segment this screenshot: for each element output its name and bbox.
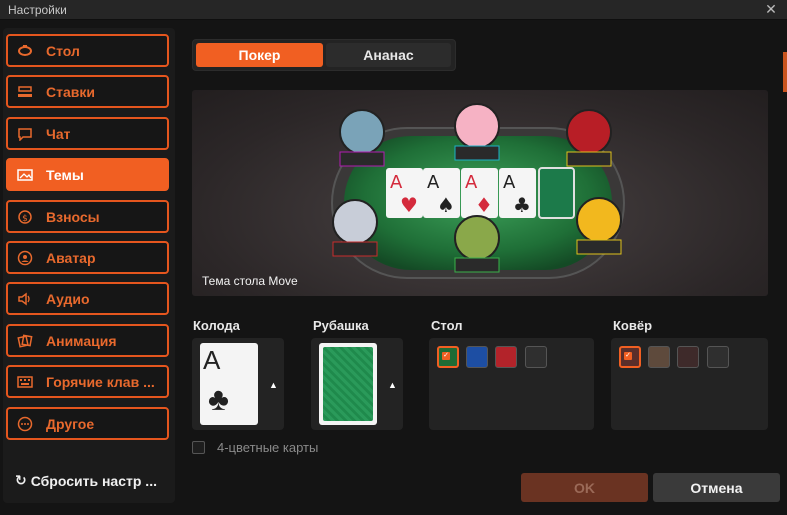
sidebar-item-fees[interactable]: $ Взносы bbox=[6, 200, 169, 233]
deck-section-label: Колода bbox=[193, 318, 240, 333]
table-icon bbox=[16, 42, 34, 60]
table-color-swatch[interactable] bbox=[466, 346, 488, 368]
cancel-button[interactable]: Отмена bbox=[653, 473, 780, 502]
tab-poker[interactable]: Покер bbox=[196, 43, 323, 67]
window-title: Настройки bbox=[8, 3, 67, 17]
deck-selector[interactable]: A ♣ ▲ bbox=[192, 338, 284, 430]
reset-settings-button[interactable]: ↻ Сбросить настр ... bbox=[15, 472, 157, 489]
player-avatar bbox=[332, 199, 378, 245]
close-icon[interactable]: ✕ bbox=[763, 1, 779, 17]
board-card-rank: A bbox=[465, 172, 478, 193]
player-seat bbox=[576, 239, 622, 255]
svg-text:♦: ♦ bbox=[475, 193, 493, 217]
fees-icon: $ bbox=[16, 208, 34, 226]
svg-text:♣: ♣ bbox=[513, 193, 531, 217]
preview-caption: Тема стола Move bbox=[202, 274, 298, 288]
avatar-icon bbox=[16, 249, 34, 267]
sidebar-item-label: Ставки bbox=[46, 83, 95, 100]
sidebar-item-label: Стол bbox=[46, 42, 80, 59]
board-card-rank: A bbox=[390, 172, 403, 193]
svg-text:♥: ♥ bbox=[400, 193, 418, 217]
ok-button[interactable]: OK bbox=[521, 473, 648, 502]
carpet-color-swatch[interactable] bbox=[677, 346, 699, 368]
sidebar-item-animation[interactable]: Анимация bbox=[6, 324, 169, 357]
animation-icon bbox=[16, 332, 34, 350]
card-back-section-label: Рубашка bbox=[313, 318, 369, 333]
deck-card-preview: A ♣ bbox=[200, 343, 258, 425]
player-seat bbox=[566, 151, 612, 167]
carpet-color-swatch[interactable] bbox=[707, 346, 729, 368]
chat-icon bbox=[16, 125, 34, 143]
player-avatar bbox=[576, 197, 622, 243]
title-bar: Настройки ✕ bbox=[0, 0, 787, 20]
sidebar-item-table[interactable]: Стол bbox=[6, 34, 169, 67]
sidebar-item-themes[interactable]: Темы bbox=[6, 158, 169, 191]
sidebar-item-label: Чат bbox=[46, 125, 71, 142]
keyboard-icon bbox=[16, 373, 34, 391]
four-color-checkbox[interactable] bbox=[192, 441, 205, 454]
card-back-preview bbox=[319, 343, 377, 425]
carpet-color-swatch[interactable] bbox=[648, 346, 670, 368]
sidebar-item-label: Анимация bbox=[46, 332, 117, 349]
carpet-color-swatch[interactable]: ✓ bbox=[619, 346, 641, 368]
card-back-selector[interactable]: ▲ bbox=[311, 338, 403, 430]
sidebar-item-audio[interactable]: Аудио bbox=[6, 282, 169, 315]
player-seat bbox=[339, 151, 385, 167]
player-avatar bbox=[566, 109, 612, 155]
player-seat bbox=[454, 257, 500, 273]
sidebar-item-label: Другое bbox=[46, 415, 95, 432]
board-card-rank: A bbox=[427, 172, 440, 193]
player-seat bbox=[332, 241, 378, 257]
table-color-swatch[interactable] bbox=[495, 346, 517, 368]
carpet-color-panel: ✓ bbox=[611, 338, 768, 430]
deck-dropdown-arrow-icon[interactable]: ▲ bbox=[269, 380, 278, 390]
svg-text:♠: ♠ bbox=[437, 193, 455, 217]
sidebar-item-label: Горячие клав ... bbox=[46, 373, 155, 390]
reset-settings-label: Сбросить настр ... bbox=[30, 472, 157, 489]
speaker-icon bbox=[16, 290, 34, 308]
poker-table-illustration: A ♥ A ♠ A ♦ A ♣ bbox=[331, 103, 625, 279]
more-icon bbox=[16, 415, 34, 433]
sidebar-item-label: Аватар bbox=[46, 249, 96, 266]
player-seat bbox=[454, 145, 500, 161]
sidebar-item-label: Взносы bbox=[46, 208, 100, 225]
settings-sidebar: Стол Ставки Чат Темы $ Взносы Аватар Ауд… bbox=[3, 28, 175, 503]
tab-pineapple[interactable]: Ананас bbox=[326, 43, 451, 67]
deck-card-rank: A bbox=[203, 345, 221, 375]
sidebar-item-chat[interactable]: Чат bbox=[6, 117, 169, 150]
table-color-swatch[interactable] bbox=[525, 346, 547, 368]
card-back-dropdown-arrow-icon[interactable]: ▲ bbox=[388, 380, 397, 390]
table-color-section-label: Стол bbox=[431, 318, 463, 333]
selected-check-icon: ✓ bbox=[624, 352, 632, 360]
four-color-label: 4-цветные карты bbox=[217, 440, 319, 455]
player-avatar bbox=[454, 215, 500, 261]
svg-text:$: $ bbox=[22, 214, 28, 224]
club-icon: ♣ bbox=[208, 381, 229, 417]
game-tabs: Покер Ананас bbox=[192, 39, 456, 71]
sidebar-item-label: Аудио bbox=[46, 290, 90, 307]
board-card-back bbox=[538, 167, 575, 219]
scrollbar-thumb[interactable] bbox=[783, 52, 787, 92]
table-color-panel: ✓ bbox=[429, 338, 594, 430]
sidebar-item-other[interactable]: Другое bbox=[6, 407, 169, 440]
player-avatar bbox=[454, 103, 500, 149]
sidebar-item-hotkeys[interactable]: Горячие клав ... bbox=[6, 365, 169, 398]
sidebar-item-avatar[interactable]: Аватар bbox=[6, 241, 169, 274]
selected-check-icon: ✓ bbox=[442, 352, 450, 360]
sidebar-item-bets[interactable]: Ставки bbox=[6, 75, 169, 108]
themes-icon bbox=[16, 166, 34, 184]
player-avatar bbox=[339, 109, 385, 155]
sidebar-item-label: Темы bbox=[46, 166, 84, 183]
board-card-rank: A bbox=[503, 172, 516, 193]
bets-icon bbox=[16, 83, 34, 101]
table-color-swatch[interactable]: ✓ bbox=[437, 346, 459, 368]
table-theme-preview: A ♥ A ♠ A ♦ A ♣ Тема стола Move bbox=[192, 90, 768, 296]
reset-icon: ↻ bbox=[15, 472, 27, 488]
carpet-color-section-label: Ковёр bbox=[613, 318, 653, 333]
